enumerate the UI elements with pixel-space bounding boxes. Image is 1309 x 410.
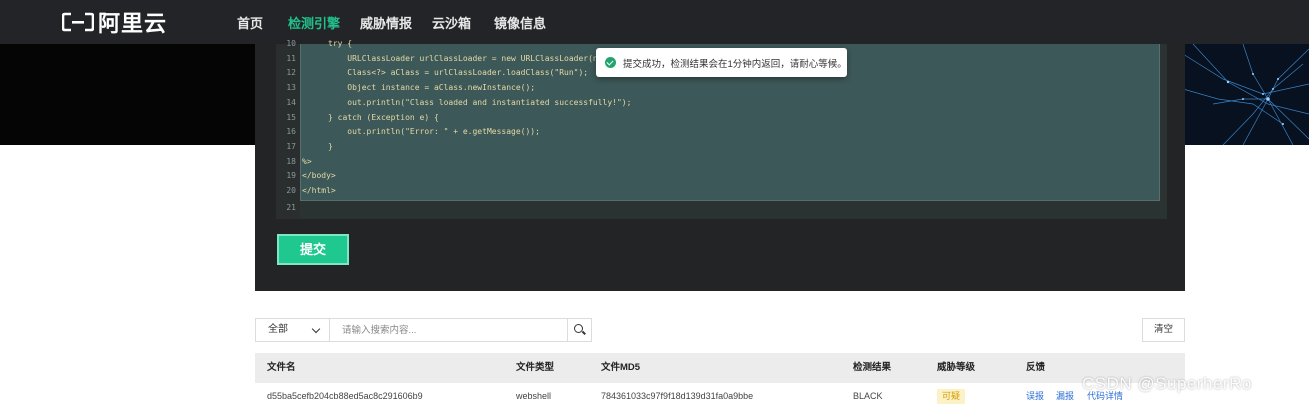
- check-circle-icon: [605, 57, 616, 68]
- code-line: 20 </html>: [286, 186, 336, 195]
- code-line: 17}: [286, 141, 333, 151]
- nav-item-sandbox[interactable]: 云沙箱: [432, 13, 471, 32]
- column-header-md5: 文件MD5: [601, 362, 641, 373]
- cell-filename: d55ba5cefb204cb88ed5ac8c291606b9: [267, 391, 423, 401]
- aliyun-logo[interactable]: 阿里云: [62, 9, 168, 36]
- column-header-threat-level: 威胁等级: [937, 362, 976, 373]
- table-row: d55ba5cefb204cb88ed5ac8c291606b9 webshel…: [255, 383, 1185, 410]
- toast-message: 提交成功，检测结果会在1分钟内返回，请耐心等候。: [623, 58, 847, 70]
- code-line: 14 out.println("Class loaded and instant…: [286, 97, 632, 107]
- column-header-result: 检测结果: [853, 362, 892, 373]
- code-line: 19 </body>: [286, 171, 336, 181]
- scope-select[interactable]: 全部: [256, 319, 330, 341]
- column-header-filetype: 文件类型: [516, 362, 555, 373]
- table-header: 文件名 文件类型 文件MD5 检测结果 威胁等级 反馈: [255, 353, 1185, 383]
- false-negative-link[interactable]: 漏报: [1056, 383, 1074, 410]
- code-line: 18 %>: [286, 156, 312, 166]
- code-line: 15} catch (Exception e) {: [286, 112, 439, 122]
- success-toast: 提交成功，检测结果会在1分钟内返回，请耐心等候。: [596, 48, 847, 77]
- nav-item-detection-engine[interactable]: 检测引擎: [288, 13, 340, 32]
- cell-result: BLACK: [853, 391, 883, 401]
- code-line: 21: [286, 203, 296, 212]
- nav-item-threat-intel[interactable]: 威胁情报: [360, 13, 412, 32]
- code-submit-panel: 10 try { 11 URLClassLoader urlClassLoader…: [255, 39, 1185, 291]
- cell-md5: 784361033c97f9f18d139d31fa0a9bbe: [601, 391, 754, 401]
- search-icon: [574, 324, 583, 333]
- code-line: 16 out.println("Error: " + e.getMessage(…: [286, 127, 540, 137]
- clear-button[interactable]: 清空: [1142, 318, 1185, 342]
- csdn-watermark: CSDN @SuperherRo: [1082, 374, 1252, 393]
- cell-filetype: webshell: [516, 391, 552, 401]
- nav-item-image-info[interactable]: 镜像信息: [494, 13, 546, 32]
- search-button[interactable]: [567, 319, 591, 341]
- column-header-feedback: 反馈: [1026, 362, 1046, 373]
- submit-button[interactable]: 提交: [277, 234, 349, 265]
- column-header-filename: 文件名: [267, 362, 296, 373]
- threat-level-badge: 可疑: [937, 389, 966, 404]
- logo-text: 阿里云: [98, 11, 168, 36]
- network-art-image: [1183, 44, 1309, 145]
- search-input[interactable]: [331, 319, 567, 341]
- code-line: 13 Object instance = aClass.newInstance(…: [286, 83, 536, 93]
- search-bar: 全部: [255, 318, 592, 342]
- scope-select-value: 全部: [268, 324, 288, 335]
- nav-item-home[interactable]: 首页: [237, 13, 263, 32]
- false-positive-link[interactable]: 误报: [1026, 383, 1044, 410]
- aliyun-logo-icon: [62, 12, 94, 32]
- chevron-down-icon: [311, 324, 321, 334]
